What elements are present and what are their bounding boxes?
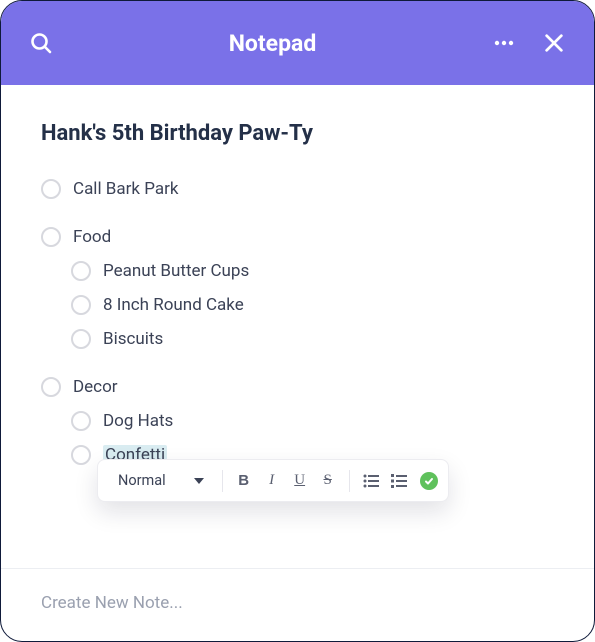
list-item[interactable]: Peanut Butter Cups	[41, 254, 564, 288]
underline-button[interactable]: U	[289, 470, 311, 492]
app-title: Notepad	[229, 30, 317, 57]
search-icon[interactable]	[27, 29, 55, 57]
text-style-select[interactable]: Normal	[108, 468, 212, 493]
toolbar-divider	[222, 470, 223, 492]
list-item[interactable]: Decor	[41, 370, 564, 404]
note-title[interactable]: Hank's 5th Birthday Paw-Ty	[41, 121, 564, 146]
note-content: Hank's 5th Birthday Paw-Ty Call Bark Par…	[1, 85, 594, 568]
numbered-list-button[interactable]	[388, 470, 410, 492]
list-item-label: 8 Inch Round Cake	[103, 295, 244, 315]
footer: Create New Note...	[1, 568, 594, 641]
close-icon[interactable]	[540, 29, 568, 57]
create-note-input[interactable]: Create New Note...	[41, 593, 564, 613]
checkbox[interactable]	[71, 411, 91, 431]
more-icon[interactable]	[490, 29, 518, 57]
list-item-label: Food	[73, 227, 111, 247]
checkbox[interactable]	[41, 179, 61, 199]
checkbox[interactable]	[71, 329, 91, 349]
checkbox[interactable]	[71, 261, 91, 281]
bullet-list-button[interactable]	[360, 470, 382, 492]
chevron-down-icon	[194, 478, 204, 484]
checklist: Call Bark Park Food Peanut Butter Cups 8…	[41, 172, 564, 472]
list-item[interactable]: 8 Inch Round Cake	[41, 288, 564, 322]
text-style-label: Normal	[118, 472, 166, 489]
checkbox[interactable]	[41, 227, 61, 247]
list-item-label: Dog Hats	[103, 411, 173, 431]
checkbox[interactable]	[71, 445, 91, 465]
checkbox[interactable]	[41, 377, 61, 397]
format-toolbar: Normal B I U S	[97, 459, 449, 502]
italic-button[interactable]: I	[261, 470, 283, 492]
list-item[interactable]: Call Bark Park	[41, 172, 564, 206]
list-item[interactable]: Food	[41, 220, 564, 254]
list-item-label: Biscuits	[103, 329, 163, 349]
confirm-icon[interactable]	[420, 472, 438, 490]
app-header: Notepad	[1, 1, 594, 85]
list-item[interactable]: Dog Hats	[41, 404, 564, 438]
list-item[interactable]: Biscuits	[41, 322, 564, 356]
bold-button[interactable]: B	[233, 470, 255, 492]
list-item-label: Decor	[73, 377, 118, 397]
app-window: Notepad Hank's 5th Birthday Paw-Ty	[0, 0, 595, 642]
strike-button[interactable]: S	[317, 470, 339, 492]
list-item-label: Call Bark Park	[73, 179, 179, 199]
list-item-label: Peanut Butter Cups	[103, 261, 249, 281]
toolbar-divider	[349, 470, 350, 492]
checkbox[interactable]	[71, 295, 91, 315]
